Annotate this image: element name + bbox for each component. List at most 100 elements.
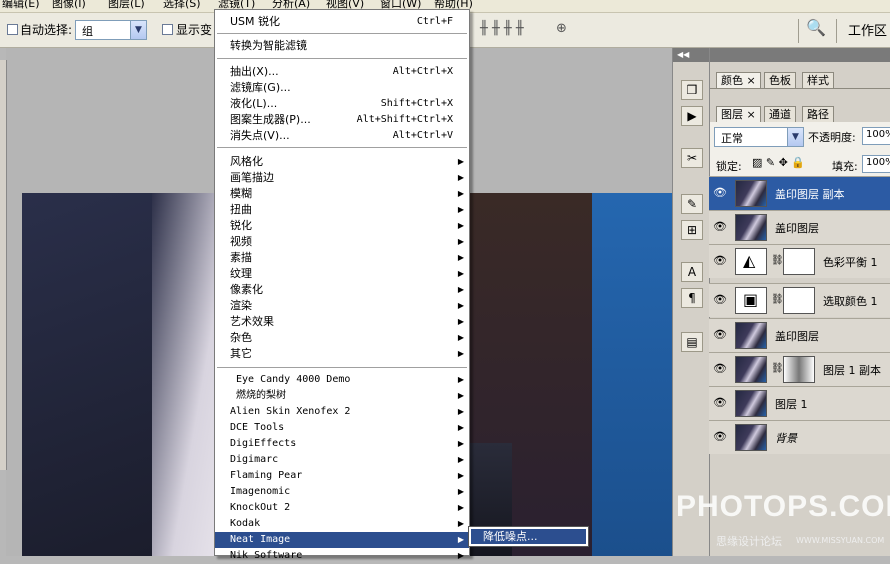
menu-item-submenu[interactable]: 风格化 ▶ bbox=[215, 154, 469, 170]
layer-row[interactable]: 👁 盖印图层 bbox=[709, 318, 890, 352]
auto-align-icon[interactable]: ⊕ bbox=[556, 21, 567, 36]
menu-item-submenu[interactable]: 纹理 ▶ bbox=[215, 266, 469, 282]
menu-item-filter[interactable]: 液化(L)... Shift+Ctrl+X bbox=[215, 96, 469, 112]
menu-item-plugin[interactable]: Nik Software ▶ bbox=[215, 548, 469, 564]
fill-field[interactable]: 100% bbox=[862, 155, 890, 173]
menu-layer[interactable]: 图层(L) bbox=[108, 0, 145, 11]
menu-item-plugin[interactable]: KnockOut 2 ▶ bbox=[215, 500, 469, 516]
menu-item-plugin[interactable]: Eye Candy 4000 Demo ▶ bbox=[215, 372, 469, 388]
menu-item-smart-filter[interactable]: 转换为智能滤镜 bbox=[215, 38, 469, 54]
eye-icon[interactable]: 👁 bbox=[712, 253, 728, 269]
paragraph-icon[interactable]: ¶ bbox=[681, 288, 703, 308]
opacity-field[interactable]: 100% bbox=[862, 127, 890, 145]
divider bbox=[710, 88, 890, 89]
eye-icon[interactable]: 👁 bbox=[712, 429, 728, 445]
menu-item-filter[interactable]: 抽出(X)... Alt+Ctrl+X bbox=[215, 64, 469, 80]
menu-shortcut: Alt+Ctrl+X bbox=[392, 66, 453, 77]
menu-item-submenu[interactable]: 杂色 ▶ bbox=[215, 330, 469, 346]
layer-row[interactable]: 👁 ⛓ 图层 1 副本 bbox=[709, 352, 890, 386]
chevron-right-icon: ▶ bbox=[457, 503, 464, 512]
bridge-search-icon[interactable]: 🔍 bbox=[806, 18, 826, 37]
menu-item-submenu[interactable]: 锐化 ▶ bbox=[215, 218, 469, 234]
align-icons[interactable]: ╫ ╫ ╫ ╫ bbox=[480, 21, 524, 36]
eye-icon[interactable]: 👁 bbox=[712, 292, 728, 308]
menu-select[interactable]: 选择(S) bbox=[163, 0, 201, 11]
layer-name: 背景 bbox=[775, 432, 797, 445]
menu-item-plugin[interactable]: Imagenomic ▶ bbox=[215, 484, 469, 500]
chevron-right-icon: ▶ bbox=[457, 551, 464, 560]
tab-layers[interactable]: 图层 × bbox=[716, 106, 761, 122]
layer-row[interactable]: 👁 ▣ ⛓ 选取颜色 1 bbox=[709, 283, 890, 317]
eye-icon[interactable]: 👁 bbox=[712, 185, 728, 201]
tab-paths[interactable]: 路径 bbox=[802, 106, 834, 122]
menu-item-label: Eye Candy 4000 Demo bbox=[236, 374, 351, 385]
blend-mode-dropdown[interactable]: 正常 ▼ bbox=[714, 127, 804, 147]
menu-item-filter[interactable]: 图案生成器(P)... Alt+Shift+Ctrl+X bbox=[215, 112, 469, 128]
menu-item-plugin[interactable]: Flaming Pear ▶ bbox=[215, 468, 469, 484]
menu-item-submenu[interactable]: 渲染 ▶ bbox=[215, 298, 469, 314]
menu-item-label: 抽出(X)... bbox=[230, 65, 279, 78]
clone-source-icon[interactable]: ⊞ bbox=[681, 220, 703, 240]
eye-icon[interactable]: 👁 bbox=[712, 361, 728, 377]
menu-item-label: 像素化 bbox=[230, 283, 263, 296]
history-icon[interactable]: ❒ bbox=[681, 80, 703, 100]
layer-row[interactable]: 👁 ◭ ⛓ 色彩平衡 1 bbox=[709, 244, 890, 278]
character-icon[interactable]: A bbox=[681, 262, 703, 282]
tab-swatches[interactable]: 色板 bbox=[764, 72, 796, 88]
layer-row[interactable]: 👁 图层 1 bbox=[709, 386, 890, 420]
auto-select-dropdown[interactable]: 组 ▼ bbox=[75, 20, 147, 40]
menu-item-submenu[interactable]: 其它 ▶ bbox=[215, 346, 469, 362]
menu-item-plugin[interactable]: 燃烧的梨树 ▶ bbox=[215, 388, 469, 404]
menu-edit[interactable]: 编辑(E) bbox=[2, 0, 40, 11]
menu-item-label: 图案生成器(P)... bbox=[230, 113, 311, 126]
menu-item-label: Neat Image bbox=[230, 534, 291, 545]
menu-image[interactable]: 图像(I) bbox=[52, 0, 86, 11]
menu-item-plugin[interactable]: DigiEffects ▶ bbox=[215, 436, 469, 452]
submenu-reduce-noise[interactable]: 降低噪点... bbox=[468, 526, 589, 547]
lock-label: 锁定: bbox=[716, 160, 742, 173]
layer-row[interactable]: 👁 背景 bbox=[709, 420, 890, 454]
menu-item-label: Kodak bbox=[230, 518, 261, 529]
menu-separator bbox=[217, 33, 467, 34]
menu-item-filter[interactable]: 滤镜库(G)... bbox=[215, 80, 469, 96]
menu-item-plugin[interactable]: Alien Skin Xenofex 2 ▶ bbox=[215, 404, 469, 420]
tab-channels[interactable]: 通道 bbox=[764, 106, 796, 122]
chevron-right-icon: ▶ bbox=[457, 375, 464, 384]
menu-item-submenu[interactable]: 扭曲 ▶ bbox=[215, 202, 469, 218]
brushes-icon[interactable]: ✎ bbox=[681, 194, 703, 214]
layer-row[interactable]: 👁 盖印图层 bbox=[709, 210, 890, 244]
tab-styles[interactable]: 样式 bbox=[802, 72, 834, 88]
auto-select-checkbox[interactable] bbox=[7, 24, 18, 35]
menu-item-filter[interactable]: 消失点(V)... Alt+Ctrl+V bbox=[215, 128, 469, 144]
tool-presets-icon[interactable]: ✂ bbox=[681, 148, 703, 168]
eye-icon[interactable]: 👁 bbox=[712, 219, 728, 235]
watermark-subtitle: 思缘设计论坛 bbox=[716, 535, 782, 548]
workspace-button[interactable]: 工作区 bbox=[848, 20, 887, 39]
menu-item-submenu[interactable]: 视频 ▶ bbox=[215, 234, 469, 250]
menu-item-submenu[interactable]: 模糊 ▶ bbox=[215, 186, 469, 202]
layer-comps-icon[interactable]: ▤ bbox=[681, 332, 703, 352]
menu-item-plugin[interactable]: Digimarc ▶ bbox=[215, 452, 469, 468]
chevron-right-icon: ▶ bbox=[457, 205, 464, 214]
menu-item-submenu[interactable]: 艺术效果 ▶ bbox=[215, 314, 469, 330]
menu-item-plugin[interactable]: Neat Image ▶ bbox=[215, 532, 469, 548]
menu-item-submenu[interactable]: 画笔描边 ▶ bbox=[215, 170, 469, 186]
mask-thumbnail bbox=[783, 356, 815, 383]
menu-item-submenu[interactable]: 素描 ▶ bbox=[215, 250, 469, 266]
tab-color[interactable]: 颜色 × bbox=[716, 72, 761, 88]
eye-icon[interactable]: 👁 bbox=[712, 327, 728, 343]
lock-icons[interactable]: ▨ ✎ ✥ 🔒 bbox=[752, 156, 805, 169]
menu-item-plugin[interactable]: Kodak ▶ bbox=[215, 516, 469, 532]
menu-item-label: Digimarc bbox=[230, 454, 279, 465]
layer-thumbnail bbox=[735, 390, 767, 417]
menu-item-submenu[interactable]: 像素化 ▶ bbox=[215, 282, 469, 298]
menu-item-plugin[interactable]: DCE Tools ▶ bbox=[215, 420, 469, 436]
menu-item-usm[interactable]: USM 锐化 Ctrl+F bbox=[215, 14, 469, 30]
show-transform-checkbox[interactable] bbox=[162, 24, 173, 35]
chevron-right-icon: ▶ bbox=[457, 237, 464, 246]
chain-link-icon: ⛓ bbox=[771, 363, 784, 374]
collapse-dock-icon[interactable]: ◀◀ bbox=[673, 48, 709, 62]
eye-icon[interactable]: 👁 bbox=[712, 395, 728, 411]
actions-icon[interactable]: ▶ bbox=[681, 106, 703, 126]
layer-row[interactable]: 👁 盖印图层 副本 bbox=[709, 176, 890, 210]
